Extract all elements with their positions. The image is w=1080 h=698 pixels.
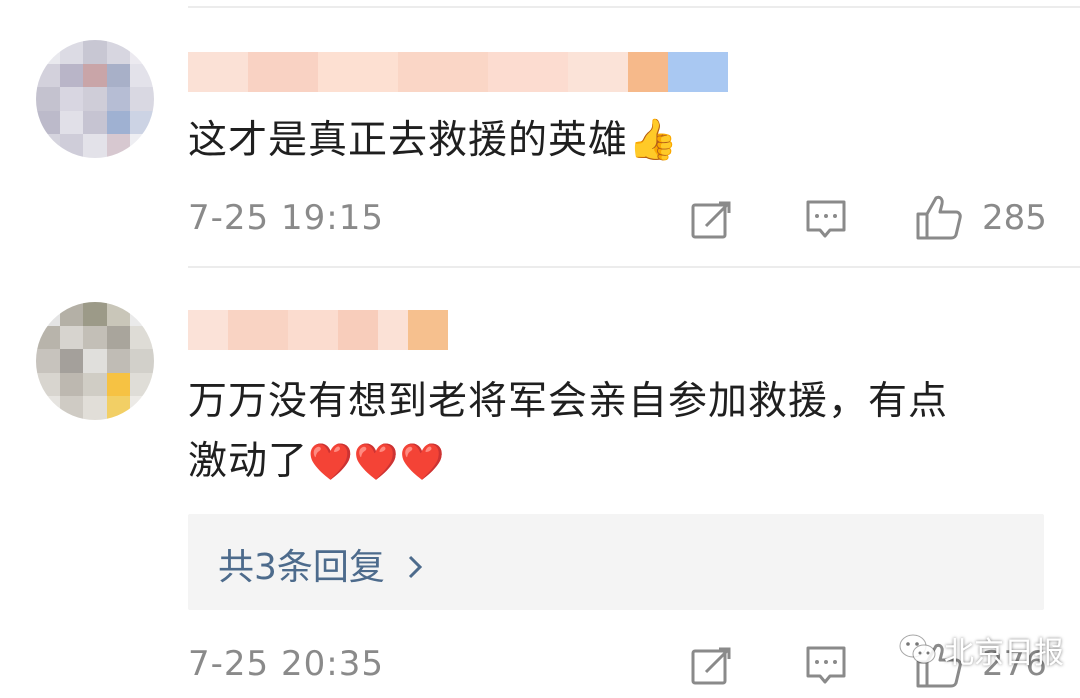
comment-time: 7-25 19:15 [188, 198, 384, 238]
chevron-right-icon [409, 555, 423, 579]
avatar[interactable] [36, 302, 154, 420]
view-replies-link[interactable]: 共3条回复 [218, 538, 426, 590]
comment-icon[interactable] [804, 198, 848, 242]
top-divider [188, 6, 1080, 8]
replies-box[interactable]: 共3条回复 [188, 514, 1044, 610]
username-blurred[interactable] [188, 52, 728, 92]
comment-divider [188, 266, 1080, 268]
username-blurred[interactable] [188, 310, 448, 350]
share-icon[interactable] [690, 644, 734, 688]
watermark: 北京日报 [898, 628, 1064, 672]
avatar[interactable] [36, 40, 154, 158]
watermark-text: 北京日报 [944, 636, 1064, 671]
comment-text-line-1: 万万没有想到老将军会亲自参加救援，有点 [188, 379, 949, 424]
comment-text: 这才是真正去救援的英雄👍 [188, 117, 679, 163]
comment-text: 万万没有想到老将军会亲自参加救援，有点 激动了❤️❤️❤️ [188, 372, 948, 493]
like-count: 285 [982, 198, 1047, 238]
share-icon[interactable] [690, 198, 734, 242]
comment-text-line-2: 激动了❤️❤️❤️ [188, 439, 446, 484]
like-icon[interactable] [914, 194, 964, 242]
comment-icon[interactable] [804, 644, 848, 688]
comment-time: 7-25 20:35 [188, 644, 384, 684]
hearts-emoji: ❤️❤️❤️ [308, 442, 446, 483]
thumbs-up-emoji: 👍 [628, 117, 679, 163]
wechat-icon [899, 634, 936, 664]
